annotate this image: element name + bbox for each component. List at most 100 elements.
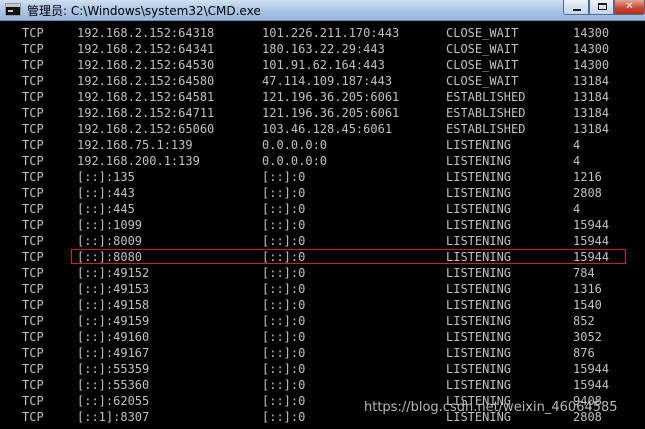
window-title: 管理员: C:\Windows\system32\CMD.exe bbox=[27, 4, 261, 18]
cmd-icon[interactable] bbox=[5, 3, 21, 16]
foreign-address-cell: 0.0.0.0:0 bbox=[262, 154, 328, 168]
pid-cell: 14300 bbox=[573, 58, 610, 72]
connection-row: TCP 192.168.200.1:139 0.0.0.0:0 LISTENING 4 bbox=[0, 153, 645, 169]
state-cell: CLOSE_WAIT bbox=[446, 74, 519, 88]
state-cell: CLOSE_WAIT bbox=[446, 58, 519, 72]
protocol-cell: TCP bbox=[22, 410, 44, 424]
pid-cell: 15944 bbox=[573, 218, 610, 232]
protocol-cell: TCP bbox=[22, 218, 44, 232]
foreign-address-cell: 101.91.62.164:443 bbox=[262, 58, 385, 72]
state-cell: ESTABLISHED bbox=[446, 90, 526, 104]
state-cell: LISTENING bbox=[446, 362, 512, 376]
connection-row: TCP [::]:443 [::]:0 LISTENING 2808 bbox=[0, 185, 645, 201]
protocol-cell: TCP bbox=[22, 266, 44, 280]
local-address-cell: [::]:49153 bbox=[77, 282, 150, 296]
protocol-cell: TCP bbox=[22, 394, 44, 408]
protocol-cell: TCP bbox=[22, 122, 44, 136]
local-address-cell: 192.168.2.152:64318 bbox=[77, 26, 215, 40]
local-address-cell: 192.168.2.152:64341 bbox=[77, 42, 215, 56]
local-address-cell: [::1]:8307 bbox=[77, 410, 150, 424]
foreign-address-cell: [::]:0 bbox=[262, 378, 306, 392]
connection-row: TCP [::]:49152 [::]:0 LISTENING 784 bbox=[0, 265, 645, 281]
connection-row: TCP 192.168.2.152:64318 101.226.211.170:44… bbox=[0, 25, 645, 41]
state-cell: CLOSE_WAIT bbox=[446, 42, 519, 56]
foreign-address-cell: [::]:0 bbox=[262, 394, 306, 408]
pid-cell: 4 bbox=[573, 138, 581, 152]
close-icon: ✕ bbox=[625, 1, 634, 12]
state-cell: ESTABLISHED bbox=[446, 122, 526, 136]
local-address-cell: [::]:49167 bbox=[77, 346, 150, 360]
connection-row: TCP [::]:445 [::]:0 LISTENING 4 bbox=[0, 201, 645, 217]
foreign-address-cell: [::]:0 bbox=[262, 314, 306, 328]
state-cell: ESTABLISHED bbox=[446, 106, 526, 120]
local-address-cell: 192.168.2.152:64581 bbox=[77, 90, 215, 104]
pid-cell: 1216 bbox=[573, 170, 602, 184]
foreign-address-cell: 121.196.36.205:6061 bbox=[262, 90, 400, 104]
state-cell: LISTENING bbox=[446, 330, 512, 344]
minimize-button[interactable] bbox=[563, 0, 589, 15]
protocol-cell: TCP bbox=[22, 170, 44, 184]
foreign-address-cell: [::]:0 bbox=[262, 170, 306, 184]
protocol-cell: TCP bbox=[22, 154, 44, 168]
foreign-address-cell: 101.226.211.170:443 bbox=[262, 26, 400, 40]
foreign-address-cell: [::]:0 bbox=[262, 218, 306, 232]
foreign-address-cell: [::]:0 bbox=[262, 346, 306, 360]
local-address-cell: [::]:8009 bbox=[77, 234, 143, 248]
foreign-address-cell: [::]:0 bbox=[262, 330, 306, 344]
pid-cell: 1316 bbox=[573, 282, 602, 296]
local-address-cell: [::]:135 bbox=[77, 170, 135, 184]
local-address-cell: [::]:55360 bbox=[77, 378, 150, 392]
state-cell: LISTENING bbox=[446, 138, 512, 152]
connection-row: TCP [::]:1099 [::]:0 LISTENING 15944 bbox=[0, 217, 645, 233]
pid-cell: 876 bbox=[573, 346, 595, 360]
close-button[interactable]: ✕ bbox=[614, 0, 645, 15]
connection-row: TCP 192.168.2.152:64711 121.196.36.205:606… bbox=[0, 105, 645, 121]
local-address-cell: [::]:62055 bbox=[77, 394, 150, 408]
foreign-address-cell: [::]:0 bbox=[262, 234, 306, 248]
state-cell: LISTENING bbox=[446, 202, 512, 216]
protocol-cell: TCP bbox=[22, 378, 44, 392]
state-cell: LISTENING bbox=[446, 154, 512, 168]
local-address-cell: [::]:1099 bbox=[77, 218, 143, 232]
title-bar[interactable]: 管理员: C:\Windows\system32\CMD.exe ✕ bbox=[0, 0, 645, 21]
state-cell: LISTENING bbox=[446, 282, 512, 296]
foreign-address-cell: [::]:0 bbox=[262, 186, 306, 200]
protocol-cell: TCP bbox=[22, 330, 44, 344]
console-output[interactable]: TCP 192.168.2.152:64318 101.226.211.170:44… bbox=[0, 21, 645, 429]
local-address-cell: [::]:49159 bbox=[77, 314, 150, 328]
protocol-cell: TCP bbox=[22, 42, 44, 56]
connection-row: TCP [::]:49159 [::]:0 LISTENING 852 bbox=[0, 313, 645, 329]
local-address-cell: [::]:55359 bbox=[77, 362, 150, 376]
connection-row: TCP 192.168.2.152:65060 103.46.128.45:6061… bbox=[0, 121, 645, 137]
pid-cell: 784 bbox=[573, 266, 595, 280]
pid-cell: 15944 bbox=[573, 362, 610, 376]
pid-cell: 13184 bbox=[573, 122, 610, 136]
local-address-cell: 192.168.75.1:139 bbox=[77, 138, 193, 152]
connection-row: TCP [::]:49158 [::]:0 LISTENING 1540 bbox=[0, 297, 645, 313]
pid-cell: 4 bbox=[573, 154, 581, 168]
pid-cell: 4 bbox=[573, 202, 581, 216]
local-address-cell: 192.168.2.152:64530 bbox=[77, 58, 215, 72]
protocol-cell: TCP bbox=[22, 282, 44, 296]
connection-row: TCP [::]:55359 [::]:0 LISTENING 15944 bbox=[0, 361, 645, 377]
foreign-address-cell: 121.196.36.205:6061 bbox=[262, 106, 400, 120]
connection-row: TCP 192.168.2.152:64580 47.114.109.187:443… bbox=[0, 73, 645, 89]
pid-cell: 13184 bbox=[573, 74, 610, 88]
protocol-cell: TCP bbox=[22, 186, 44, 200]
protocol-cell: TCP bbox=[22, 90, 44, 104]
state-cell: LISTENING bbox=[446, 314, 512, 328]
local-address-cell: 192.168.2.152:64711 bbox=[77, 106, 215, 120]
connection-row: TCP 192.168.2.152:64341 180.163.22.29:443 C… bbox=[0, 41, 645, 57]
state-cell: LISTENING bbox=[446, 186, 512, 200]
pid-cell: 3052 bbox=[573, 330, 602, 344]
maximize-button[interactable] bbox=[589, 0, 614, 15]
foreign-address-cell: 103.46.128.45:6061 bbox=[262, 122, 393, 136]
connection-row: TCP 192.168.2.152:64530 101.91.62.164:443 C… bbox=[0, 57, 645, 73]
protocol-cell: TCP bbox=[22, 346, 44, 360]
pid-cell: 14300 bbox=[573, 42, 610, 56]
protocol-cell: TCP bbox=[22, 314, 44, 328]
pid-cell: 13184 bbox=[573, 106, 610, 120]
foreign-address-cell: [::]:0 bbox=[262, 410, 306, 424]
foreign-address-cell: [::]:0 bbox=[262, 202, 306, 216]
local-address-cell: 192.168.2.152:64580 bbox=[77, 74, 215, 88]
